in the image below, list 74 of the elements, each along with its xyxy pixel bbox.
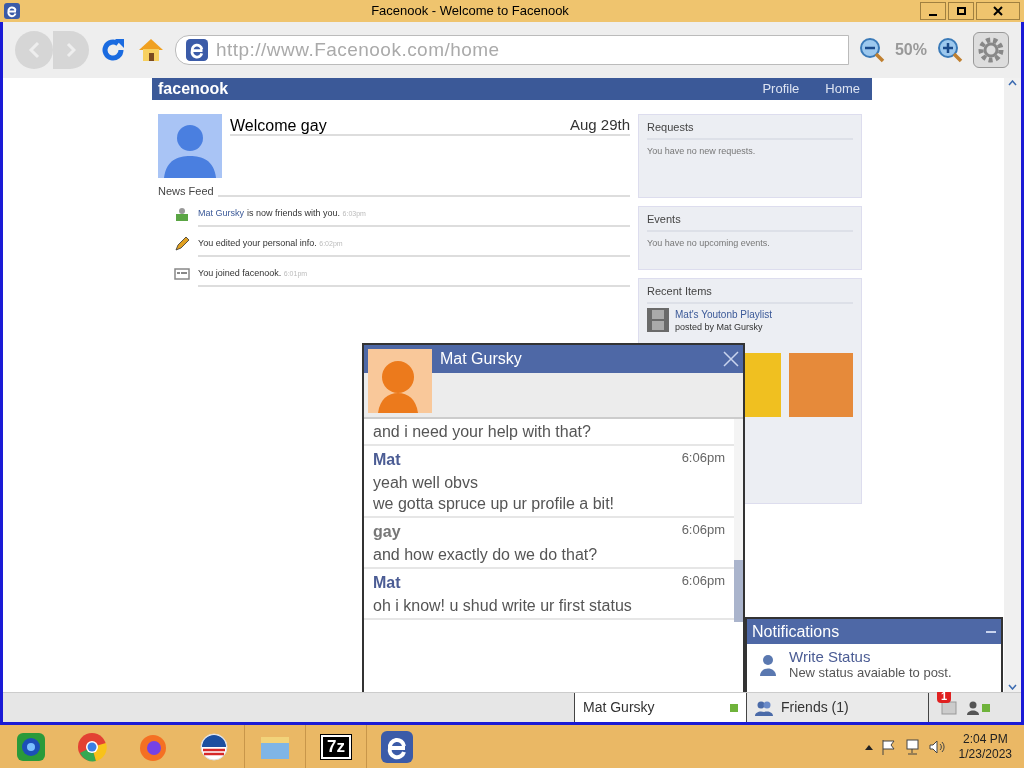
message-text: and i need your help with that? [373,422,592,442]
message-time: 6:06pm [681,521,725,539]
welcome-heading: Welcome gay [230,116,327,134]
card-title: Events [647,211,853,232]
clock-date: 1/23/2023 [958,746,1012,762]
message-text: and how exactly do we do that? [373,545,599,565]
film-strip-icon [647,307,669,332]
settings-button[interactable] [973,32,1009,68]
friend-name-link[interactable]: Mat Gursky [198,208,244,218]
news-feed-heading: News Feed [158,186,214,197]
restore-icon [956,7,966,15]
notifications-icon[interactable] [940,700,957,715]
notifications-title: Notifications [752,621,840,642]
window-icon [4,3,20,19]
restore-button[interactable] [948,2,974,20]
close-icon[interactable] [723,351,739,367]
friends-tab[interactable]: Friends (1) [747,693,929,722]
chat-contact-name: Mat Gursky [440,349,523,369]
scrollbar[interactable] [1004,78,1021,692]
message-sender: Mat [373,573,401,593]
clock-time: 2:04 PM [962,731,1008,747]
close-button[interactable] [976,2,1020,20]
url-text: http://www.Facenook.com/home [216,37,500,62]
flag-icon[interactable] [880,738,897,755]
chrome-icon[interactable] [75,730,108,763]
browser-app-icon [381,730,413,763]
campaign-logo-icon[interactable] [197,730,230,763]
site-logo[interactable]: facenook [158,77,743,101]
minimize-button[interactable] [920,2,946,20]
message-sender: Mat [373,450,401,470]
message-text: yeah well obvs [373,473,479,493]
notification-link[interactable]: Write Status [789,648,952,665]
settings-icon [978,37,1004,63]
pencil-icon [174,236,190,252]
scroll-down-icon[interactable] [1008,684,1017,690]
message-time: 6:06pm [681,572,725,590]
close-icon [993,6,1003,16]
list-icon [174,266,190,282]
show-hidden-icons[interactable] [864,743,873,750]
date-text: Aug 29th [569,115,630,134]
scroll-thumb[interactable] [734,560,743,622]
scroll-up-icon[interactable] [1008,80,1017,86]
page-icon [186,39,208,61]
person-icon [759,653,777,676]
zoom-out-icon[interactable] [858,37,885,63]
person-icon[interactable] [966,700,979,715]
network-icon[interactable] [904,738,921,755]
card-title: Requests [647,119,853,140]
nav-link[interactable]: Home [825,79,860,99]
playlist-link[interactable]: Mat's Youtonb Playlist [675,307,772,321]
zoom-level: 50% [894,40,927,60]
refresh-icon[interactable] [99,36,127,64]
zoom-in-icon[interactable] [937,37,963,63]
friends-icon [755,699,773,716]
ball-app-icon[interactable] [14,730,47,763]
message-text: we gotta spruce up ur profile a bit! [373,494,616,514]
message-text: oh i know! u shud write ur first status [373,596,633,616]
minimize-icon [929,14,937,16]
card-text: You have no new requests. [647,144,757,158]
archive-app-icon[interactable]: 7z [321,734,351,759]
message-time: 6:06pm [681,449,725,467]
nav-link[interactable]: Profile [762,79,800,99]
card-text: You have no upcoming events. [647,236,771,250]
message-sender: gay [373,522,401,542]
posted-by-text: posted by Mat Gursky [675,320,764,333]
window-title: Facenook - Welcome to Facenook [370,2,570,21]
chat-tab-name: Mat Gursky [583,698,655,717]
card-title: Recent Items [647,283,853,304]
notification-text: New status avaiable to post. [789,665,952,681]
chat-tab[interactable]: Mat Gursky [574,693,747,722]
add-friend-icon [174,206,190,222]
chat-scrollbar[interactable] [734,419,743,622]
speaker-icon[interactable] [928,738,945,755]
home-icon[interactable] [137,36,165,64]
